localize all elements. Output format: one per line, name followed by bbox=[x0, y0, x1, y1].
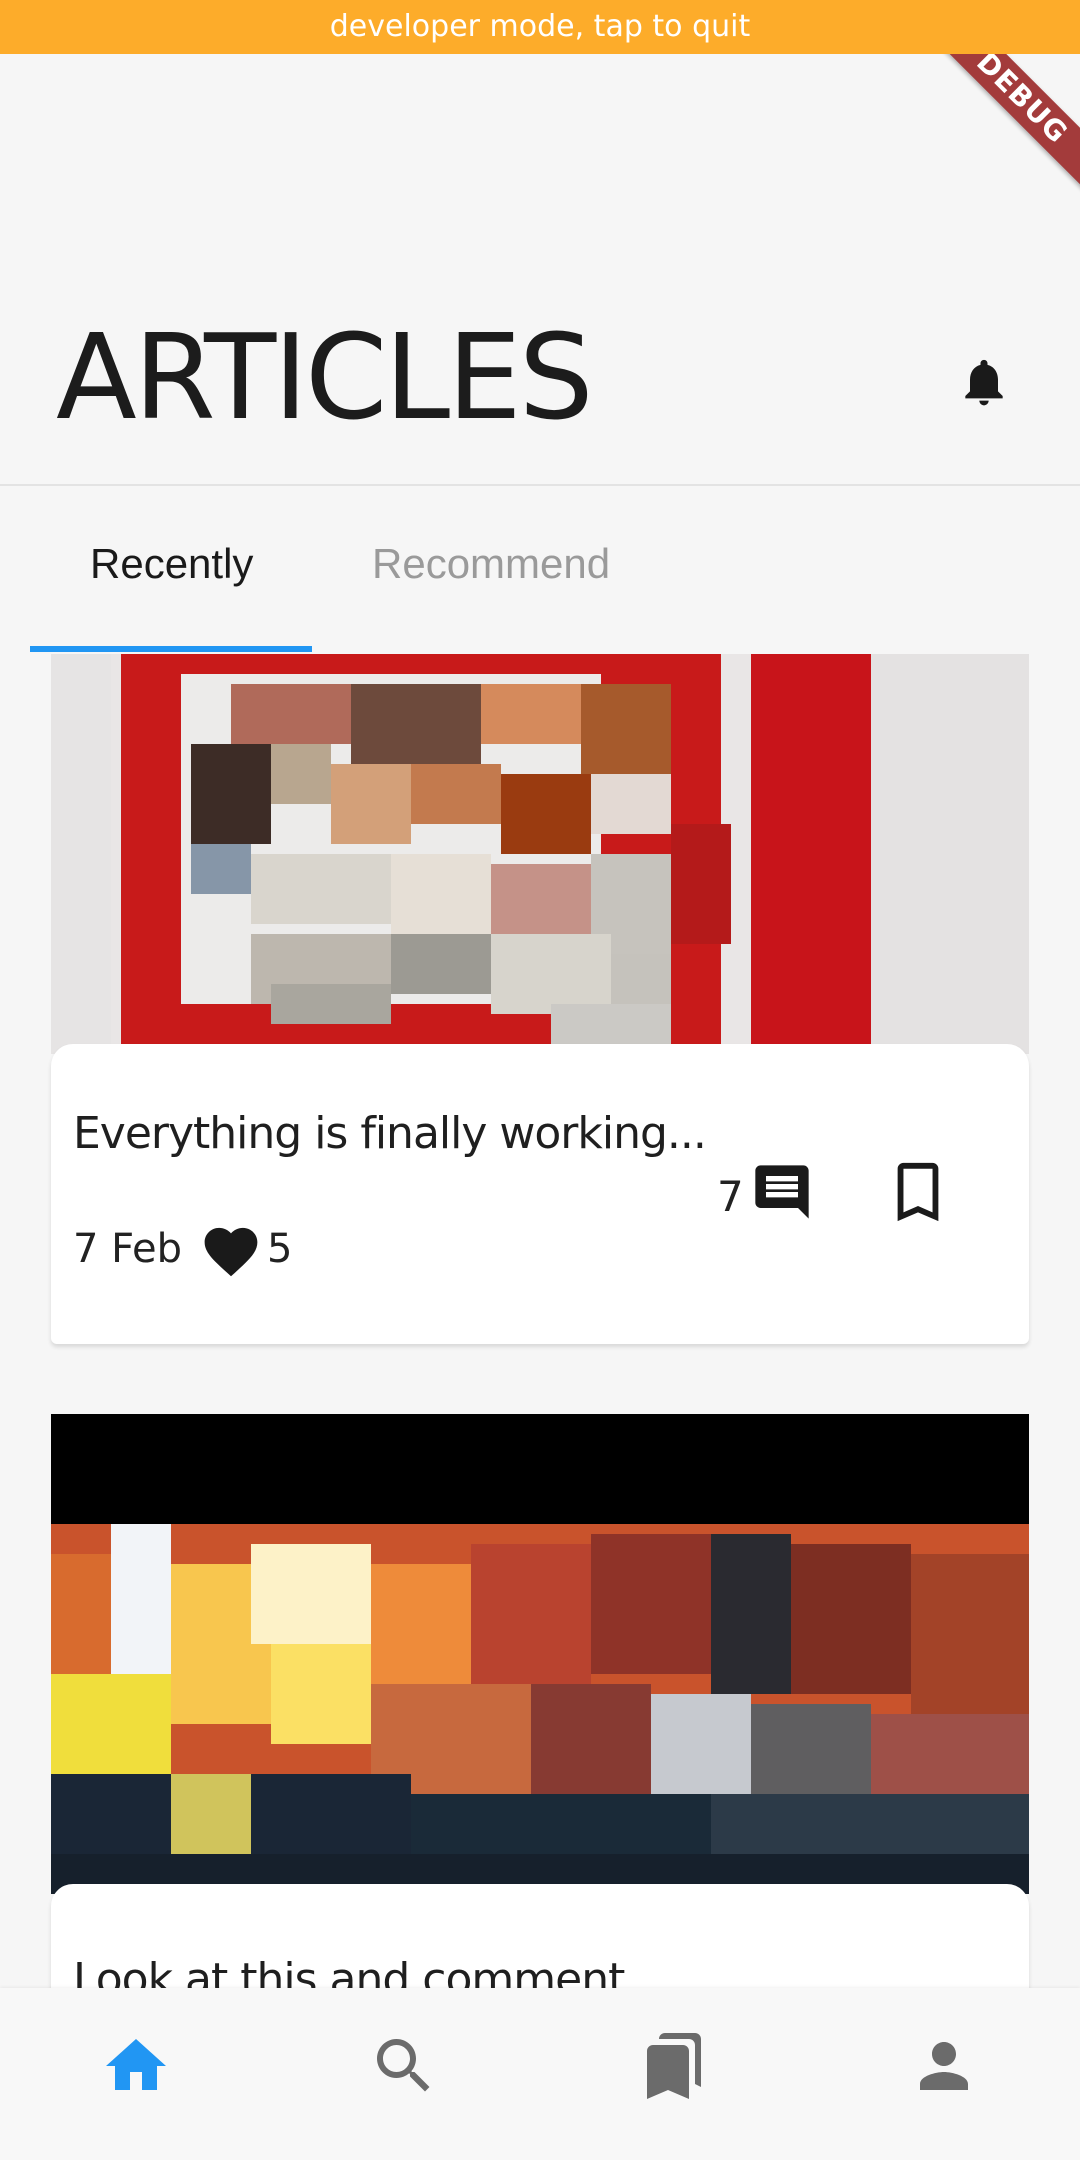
pixelated-sunset-photo bbox=[51, 1414, 1029, 1894]
like-count: 5 bbox=[267, 1226, 293, 1272]
person-icon[interactable] bbox=[908, 2030, 980, 2102]
article-date: 7 Feb bbox=[73, 1226, 182, 1272]
comment-count: 7 bbox=[717, 1172, 744, 1221]
tab-recently[interactable]: Recently bbox=[90, 540, 253, 588]
heart-icon[interactable] bbox=[199, 1220, 263, 1278]
bottom-navigation-bar bbox=[0, 1988, 1080, 2160]
article-card-body[interactable]: Everything is finally working... 7 Feb 5… bbox=[51, 1044, 1029, 1344]
comment-icon[interactable] bbox=[749, 1160, 815, 1224]
developer-mode-banner[interactable]: developer mode, tap to quit bbox=[0, 0, 1080, 54]
bookmark-icon[interactable] bbox=[893, 1160, 943, 1224]
app-root: developer mode, tap to quit DEBUG ARTICL… bbox=[0, 0, 1080, 2160]
article-image[interactable] bbox=[51, 654, 1029, 1054]
home-icon[interactable] bbox=[100, 2030, 172, 2102]
bell-icon[interactable] bbox=[956, 350, 1012, 414]
header-divider bbox=[0, 484, 1080, 486]
article-image[interactable] bbox=[51, 1414, 1029, 1894]
tab-recommend[interactable]: Recommend bbox=[372, 540, 610, 588]
pixelated-classroom-photo bbox=[51, 654, 1029, 1054]
article-title[interactable]: Everything is finally working... bbox=[73, 1108, 707, 1159]
page-title: ARTICLES bbox=[56, 308, 594, 446]
article-card[interactable]: Everything is finally working... 7 Feb 5… bbox=[51, 654, 1029, 1344]
search-icon[interactable] bbox=[368, 2030, 440, 2102]
debug-ribbon-label: DEBUG bbox=[923, 54, 1080, 197]
active-tab-indicator bbox=[30, 646, 312, 652]
bookmarks-icon[interactable] bbox=[638, 2030, 710, 2102]
debug-banner: DEBUG bbox=[920, 54, 1080, 214]
